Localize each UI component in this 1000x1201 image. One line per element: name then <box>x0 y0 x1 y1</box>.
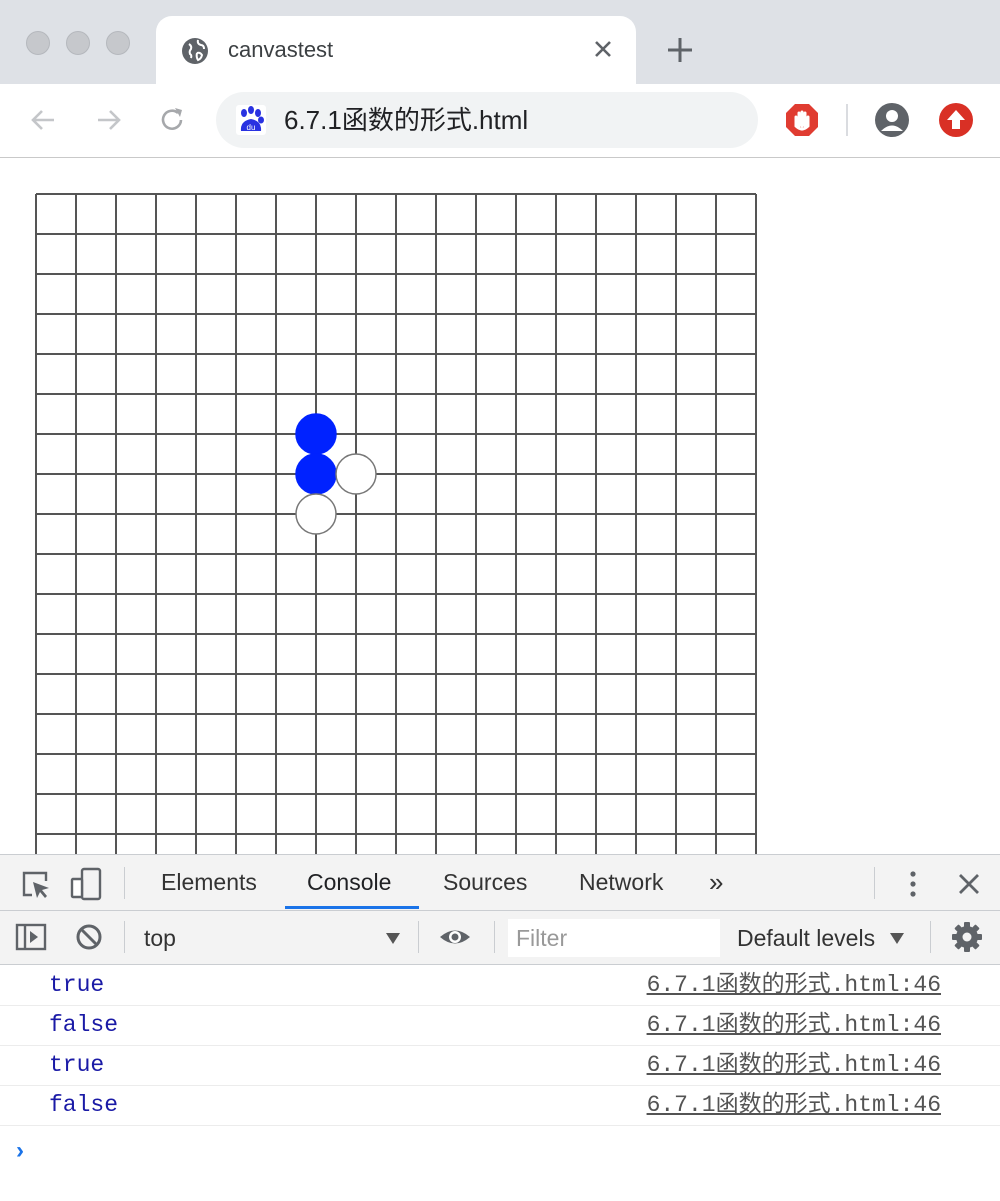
console-settings-gear-icon[interactable] <box>950 920 984 954</box>
window-zoom-dot[interactable] <box>106 31 130 55</box>
blue-stone <box>295 413 337 455</box>
address-bar[interactable]: du 6.7.1函数的形式.html <box>216 92 758 148</box>
tab-title: canvastest <box>228 37 334 62</box>
white-stone <box>295 493 337 535</box>
devtools-separator <box>124 867 125 899</box>
back-arrow-icon[interactable] <box>28 104 60 136</box>
devtools-panel: Elements Console Sources Network » top F… <box>0 854 1000 1201</box>
adblock-extension-icon[interactable] <box>784 102 820 138</box>
devtools-separator <box>930 921 931 953</box>
console-prompt-chevron-icon[interactable]: › <box>16 1137 24 1165</box>
context-dropdown-caret-icon[interactable] <box>386 933 400 944</box>
globe-icon <box>182 38 208 64</box>
log-source-link[interactable]: 6.7.1函数的形式.html:46 <box>647 971 941 999</box>
kebab-menu-icon[interactable] <box>896 867 930 901</box>
inspect-element-icon[interactable] <box>18 867 52 901</box>
console-log-line: false 6.7.1函数的形式.html:46 <box>0 1005 1000 1046</box>
url-text: 6.7.1函数的形式.html <box>284 105 529 135</box>
window-minimize-dot[interactable] <box>66 31 90 55</box>
tab-console[interactable]: Console <box>307 855 391 910</box>
gomoku-board[interactable] <box>0 158 1000 854</box>
new-tab-icon[interactable] <box>664 34 696 66</box>
log-value: false <box>49 1012 119 1038</box>
console-log-line: true 6.7.1函数的形式.html:46 <box>0 965 1000 1006</box>
log-source-link[interactable]: 6.7.1函数的形式.html:46 <box>647 1091 941 1119</box>
window-close-dot[interactable] <box>26 31 50 55</box>
forward-arrow-icon[interactable] <box>92 104 124 136</box>
devtools-separator <box>874 867 875 899</box>
context-selector[interactable]: top <box>144 923 176 953</box>
console-filter-input[interactable] <box>508 919 720 957</box>
close-tab-icon[interactable] <box>590 36 616 62</box>
log-value: true <box>49 1052 105 1078</box>
update-arrow-icon[interactable] <box>938 102 974 138</box>
devtools-tab-bar: Elements Console Sources Network » <box>0 855 1000 911</box>
devtools-separator <box>124 921 125 953</box>
reload-icon[interactable] <box>156 104 188 136</box>
log-source-link[interactable]: 6.7.1函数的形式.html:46 <box>647 1051 941 1079</box>
more-tabs-chevron-icon[interactable]: » <box>709 855 723 910</box>
active-tab-indicator <box>285 906 419 909</box>
blue-stone <box>295 453 337 495</box>
device-toolbar-icon[interactable] <box>70 867 104 901</box>
log-value: true <box>49 972 105 998</box>
browser-tab-active[interactable]: canvastest <box>156 16 636 84</box>
log-levels-selector[interactable]: Default levels <box>737 923 875 953</box>
svg-text:du: du <box>247 123 256 132</box>
profile-avatar-icon[interactable] <box>874 102 910 138</box>
close-devtools-icon[interactable] <box>952 867 986 901</box>
page-content <box>0 158 1000 854</box>
log-source-link[interactable]: 6.7.1函数的形式.html:46 <box>647 1011 941 1039</box>
console-toolbar: top Default levels <box>0 911 1000 965</box>
tab-elements[interactable]: Elements <box>161 855 257 910</box>
sidebar-toggle-icon[interactable] <box>14 920 48 954</box>
log-value: false <box>49 1092 119 1118</box>
tab-strip: canvastest <box>0 0 1000 84</box>
browser-toolbar: du 6.7.1函数的形式.html <box>0 84 1000 158</box>
tab-sources[interactable]: Sources <box>443 855 527 910</box>
baidu-favicon-icon: du <box>236 105 266 135</box>
console-log-line: false 6.7.1函数的形式.html:46 <box>0 1085 1000 1126</box>
white-stone <box>335 453 377 495</box>
toolbar-separator <box>846 104 848 136</box>
console-log-line: true 6.7.1函数的形式.html:46 <box>0 1045 1000 1086</box>
devtools-separator <box>494 921 495 953</box>
levels-dropdown-caret-icon[interactable] <box>890 933 904 944</box>
tab-network[interactable]: Network <box>579 855 663 910</box>
clear-console-icon[interactable] <box>72 920 106 954</box>
live-expression-eye-icon[interactable] <box>438 920 472 954</box>
devtools-separator <box>418 921 419 953</box>
